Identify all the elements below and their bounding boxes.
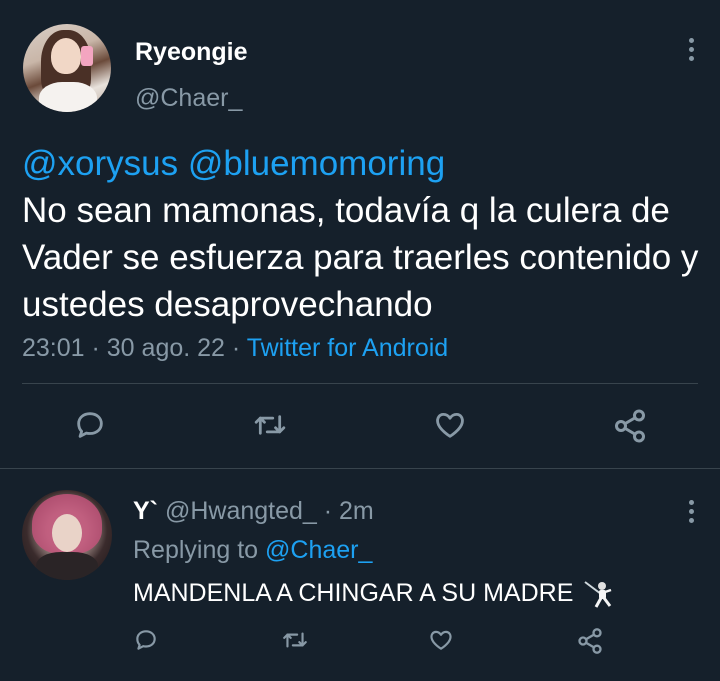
user-handle[interactable]: @Chaer_ xyxy=(135,84,242,113)
tweet-time: 2m xyxy=(339,497,374,525)
tweet-body: MANDENLA A CHINGAR A SU MADRE xyxy=(133,578,574,607)
divider xyxy=(22,383,698,384)
tweet-source-link[interactable]: Twitter for Android xyxy=(247,334,448,362)
like-button[interactable] xyxy=(428,627,454,658)
share-button[interactable] xyxy=(576,627,604,660)
retweet-button[interactable] xyxy=(252,408,288,447)
share-icon xyxy=(615,409,645,443)
heart-icon xyxy=(430,630,452,650)
tweet-meta: 23:01 · 30 ago. 22 · Twitter for Android xyxy=(22,334,449,362)
reply-tweet[interactable]: Y` @Hwangted_ · 2m Replying to @Chaer_ M… xyxy=(0,470,720,681)
main-tweet[interactable]: Ryeongie @Chaer_ @xorysus @bluemomoring … xyxy=(0,0,720,470)
retweet-icon xyxy=(254,415,286,435)
tweet-text: @xorysus @bluemomoring No sean mamonas, … xyxy=(22,140,712,328)
reply-header: Y` @Hwangted_ · 2m xyxy=(133,497,374,525)
heart-icon xyxy=(436,412,464,438)
reply-body: MANDENLA A CHINGAR A SU MADRE xyxy=(133,576,615,610)
replying-to: Replying to @Chaer_ xyxy=(133,536,373,564)
mention-link[interactable]: @xorysus xyxy=(22,144,178,183)
retweet-button[interactable] xyxy=(281,627,309,658)
fencer-icon xyxy=(584,581,612,608)
more-options-icon[interactable] xyxy=(686,36,696,63)
share-icon xyxy=(578,628,602,654)
user-handle[interactable]: @Hwangted_ xyxy=(165,497,317,525)
reply-icon xyxy=(136,630,156,650)
like-button[interactable] xyxy=(433,408,467,447)
tweet-time: 23:01 xyxy=(22,334,85,362)
mention-link[interactable]: @Chaer_ xyxy=(265,536,372,564)
reply-button[interactable] xyxy=(133,627,159,658)
avatar[interactable] xyxy=(22,490,112,580)
reply-icon xyxy=(77,412,103,438)
share-button[interactable] xyxy=(612,408,648,449)
reply-button[interactable] xyxy=(73,408,107,447)
tweet-body: No sean mamonas, todavía q la culera de … xyxy=(22,191,699,324)
display-name[interactable]: Y` xyxy=(133,497,158,525)
more-options-icon[interactable] xyxy=(686,498,696,525)
divider xyxy=(0,468,720,469)
avatar[interactable] xyxy=(23,24,111,112)
retweet-icon xyxy=(283,632,307,648)
tweet-date: 30 ago. 22 xyxy=(106,334,225,362)
display-name[interactable]: Ryeongie xyxy=(135,38,248,67)
mention-link[interactable]: @bluemomoring xyxy=(188,144,445,183)
